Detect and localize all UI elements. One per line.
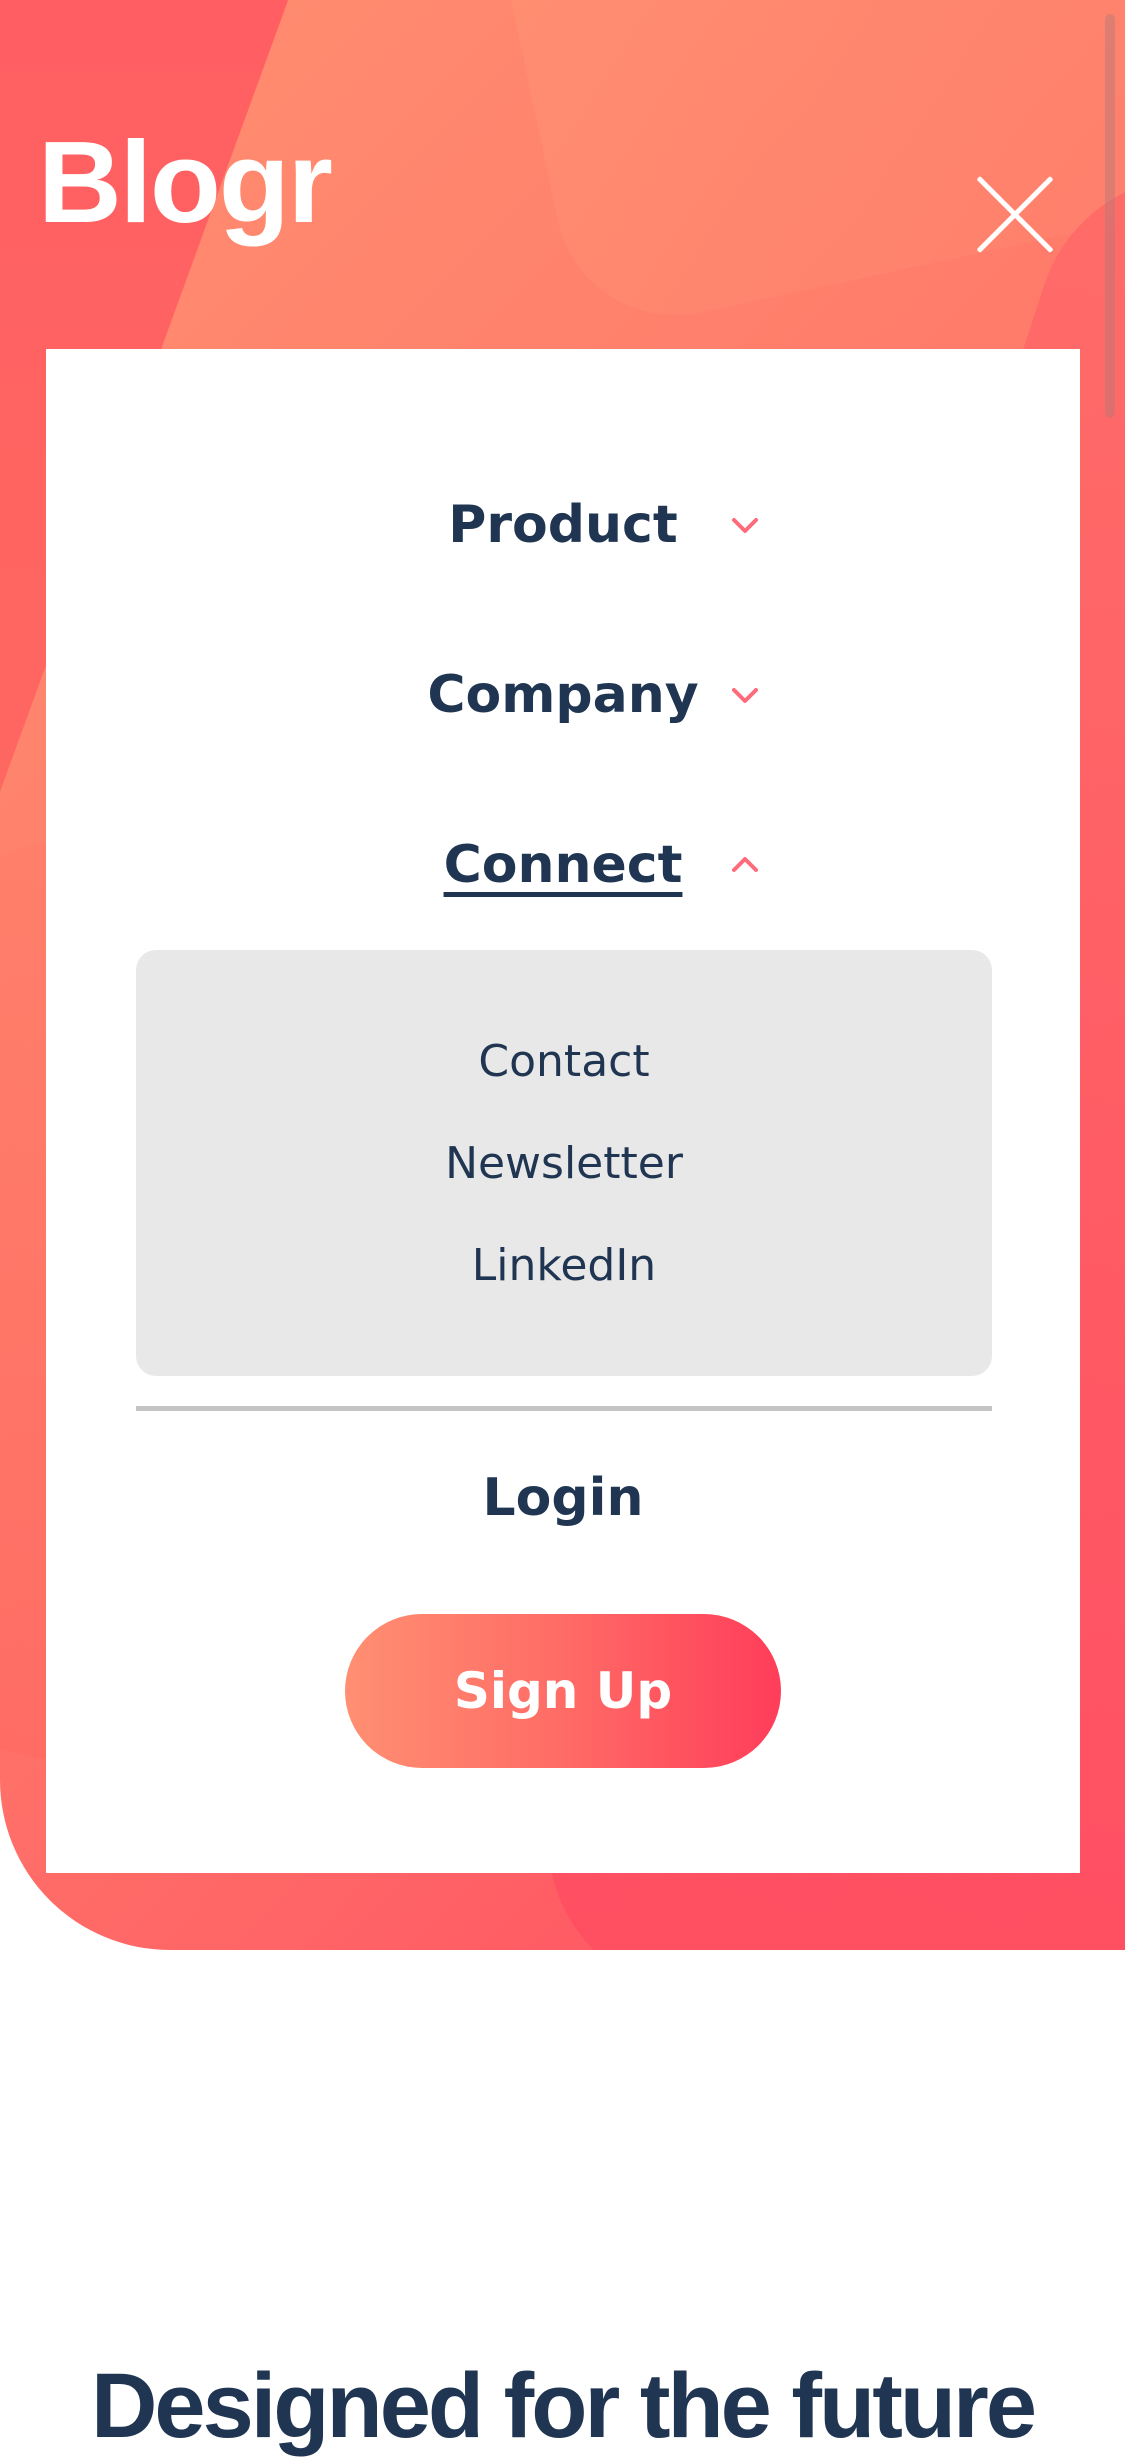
nav-item-product-label: Product	[448, 495, 678, 555]
logo: Blogr	[38, 117, 333, 247]
submenu-item-newsletter[interactable]: Newsletter	[136, 1128, 992, 1200]
nav-item-company-label: Company	[427, 665, 699, 725]
chevron-down-icon	[730, 680, 760, 710]
submenu-item-contact[interactable]: Contact	[136, 1026, 992, 1098]
mobile-menu-panel: Product Company Connect Contact Newslett…	[46, 349, 1080, 1873]
scroll-indicator[interactable]	[1105, 14, 1115, 418]
connect-submenu: Contact Newsletter LinkedIn	[136, 950, 992, 1376]
hero-shape-top	[474, 0, 1125, 338]
signup-button[interactable]: Sign Up	[345, 1614, 781, 1768]
page-heading: Designed for the future	[90, 2354, 1037, 2457]
chevron-down-icon	[730, 510, 760, 540]
nav-item-connect-label: Connect	[443, 835, 683, 895]
close-menu-button[interactable]	[976, 176, 1054, 254]
nav-item-company[interactable]: Company	[46, 655, 1080, 735]
nav-item-connect[interactable]: Connect	[46, 825, 1080, 905]
menu-divider	[136, 1406, 992, 1411]
chevron-up-icon	[730, 850, 760, 880]
submenu-item-linkedin[interactable]: LinkedIn	[136, 1230, 992, 1302]
nav-item-product[interactable]: Product	[46, 485, 1080, 565]
login-link[interactable]: Login	[46, 1458, 1080, 1538]
